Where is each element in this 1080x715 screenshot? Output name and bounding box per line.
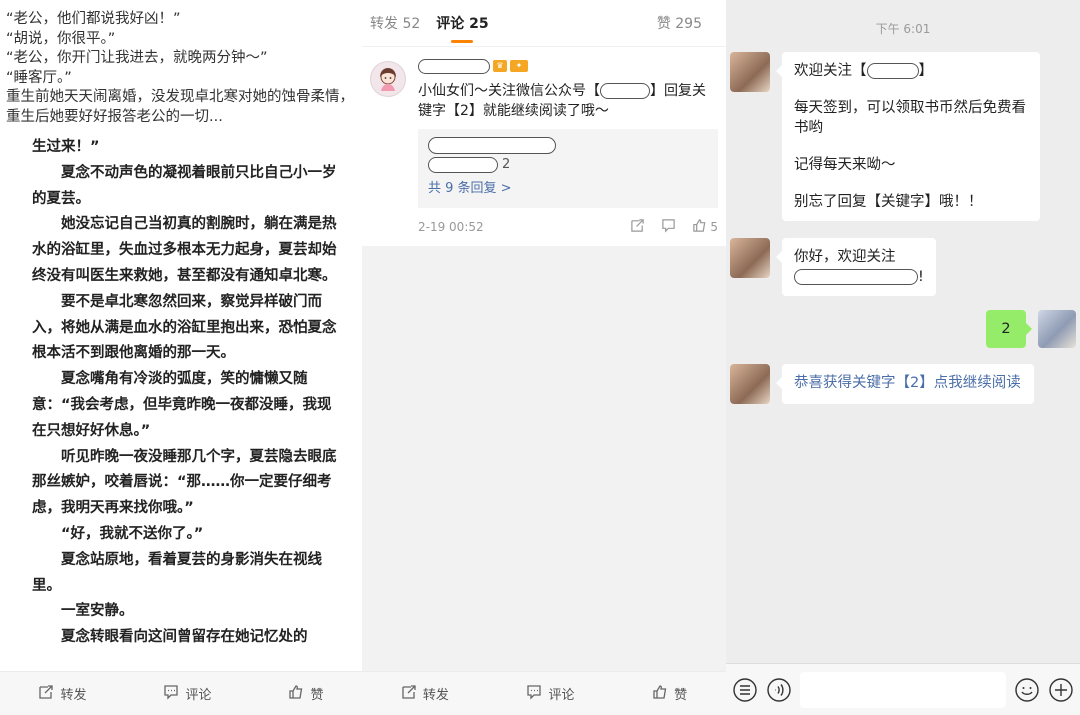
redaction-scribble <box>866 63 919 79</box>
bottom-toolbar: 转发 评论 赞 <box>0 671 362 715</box>
tab-comment[interactable]: 评论 25 <box>436 13 488 33</box>
thumbs-up-icon <box>692 218 707 236</box>
message-line: 别忘了回复【关键字】哦！！ <box>794 194 983 210</box>
chat-message-incoming: 欢迎关注【】 每天签到，可以领取书币然后免费看书哟 记得每天来呦～ 别忘了回复【… <box>730 52 1040 221</box>
redaction-scribble <box>428 137 556 154</box>
chat-message-incoming: 你好，欢迎关注 ! <box>730 238 936 296</box>
like-button[interactable]: 赞 <box>652 684 687 704</box>
like-button[interactable]: 赞 <box>288 684 324 704</box>
intro-line: “老公，他们都说我好凶！” <box>6 11 181 27</box>
chat-input-bar <box>726 663 1080 715</box>
thumbs-up-icon <box>652 684 668 704</box>
avatar[interactable] <box>730 238 770 278</box>
avatar[interactable] <box>1038 310 1076 348</box>
bottom-toolbar: 转发 评论 赞 <box>362 671 726 715</box>
paragraph: 听见昨晚一夜没睡那几个字，夏芸隐去眼底那丝嫉妒，咬着唇说：“那……你一定要仔细考… <box>32 448 337 517</box>
chat-message-outgoing: 2 <box>986 310 1076 348</box>
paragraph: 一室安静。 <box>61 603 134 620</box>
message-line: 每天签到，可以领取书币然后免费看书哟 <box>794 100 1026 136</box>
message-bubble[interactable]: 2 <box>986 310 1032 348</box>
avatar[interactable] <box>370 61 406 97</box>
voice-icon[interactable] <box>766 677 792 703</box>
repost-icon <box>401 684 417 704</box>
repost-button[interactable]: 转发 <box>38 684 87 704</box>
chat-timestamp: 下午 6:01 <box>875 22 931 36</box>
paragraph: 要不是卓北寒忽然回来，察觉异样破门而入，将她从满是血水的浴缸里抱出来，恐怕夏念根… <box>32 293 337 362</box>
intro-summary: 重生前她天天闹离婚，没发现卓北寒对她的蚀骨柔情，重生后她要好好报答老公的一切..… <box>6 89 354 125</box>
comments-panel: 转发 52 评论 25 赞 295 ♛ ✦ 小仙女们～关注微信公众号【 】回复关键… <box>362 0 726 715</box>
message-line: 记得每天来呦～ <box>794 157 896 173</box>
paragraph: 她没忘记自己当初真的割腕时，躺在满是热水的浴缸里，失血过多根本无力起身，夏芸却始… <box>32 216 337 284</box>
paragraph: 夏念转眼看向这间曾留存在她记忆处的 <box>61 629 308 646</box>
message-line: 欢迎关注【】 <box>794 63 933 79</box>
intro-line: “睡客厅。” <box>6 69 72 86</box>
redaction-scribble <box>418 58 490 74</box>
reply-row: 2 <box>428 154 708 176</box>
novel-body: 生过来！” 夏念不动声色的凝视着眼前只比自己小一岁的夏芸。 她没忘记自己当初真的… <box>0 127 362 651</box>
more-replies-link[interactable]: 共 9 条回复 > <box>428 178 708 200</box>
fan-badge-icon: ✦ <box>510 60 528 72</box>
message-bubble[interactable]: 你好，欢迎关注 ! <box>776 238 936 296</box>
thumbs-up-icon <box>288 684 304 704</box>
share-icon[interactable] <box>630 218 645 236</box>
avatar[interactable] <box>730 52 770 92</box>
vip-badge-icon: ♛ <box>493 60 507 72</box>
paragraph: 生过来！” <box>32 139 100 155</box>
emoji-icon[interactable] <box>1014 677 1040 703</box>
continue-reading-link[interactable]: 恭喜获得关键字【2】点我继续阅读 <box>776 364 1034 404</box>
plus-icon[interactable] <box>1048 677 1074 703</box>
comment-button[interactable]: 评论 <box>163 684 212 704</box>
menu-icon[interactable] <box>732 677 758 703</box>
message-line: 你好，欢迎关注 <box>794 249 896 265</box>
repost-icon <box>38 684 54 704</box>
paragraph: 夏念站原地，看着夏芸的身影消失在视线里。 <box>32 551 322 594</box>
intro-line: “胡说，你很平。” <box>6 30 116 47</box>
paragraph: 夏念嘴角有冷淡的弧度，笑的慵懒又随意：“我会考虑，但毕竟昨晚一夜都没睡，我现在只… <box>32 371 332 439</box>
comment-time: 2-19 00:52 <box>418 220 484 234</box>
redaction-scribble <box>600 83 650 99</box>
message-bubble[interactable]: 欢迎关注【】 每天签到，可以领取书币然后免费看书哟 记得每天来呦～ 别忘了回复【… <box>776 52 1040 221</box>
redaction-scribble <box>428 157 498 173</box>
reply-box[interactable]: 2 共 9 条回复 > <box>418 129 718 208</box>
comment-icon <box>163 684 179 704</box>
tab-like[interactable]: 赞 295 <box>657 13 702 33</box>
message-input[interactable] <box>800 671 1006 708</box>
message-line: ! <box>794 267 924 287</box>
comment-item: ♛ ✦ 小仙女们～关注微信公众号【 】回复关键字【2】就能继续阅读了哦～ 2 共 … <box>362 46 726 246</box>
paragraph: “好，我就不送你了。” <box>61 525 204 542</box>
tab-repost[interactable]: 转发 52 <box>370 13 420 33</box>
repost-button[interactable]: 转发 <box>401 684 449 704</box>
reply-icon[interactable] <box>661 218 676 236</box>
intro-line: “老公，你开门让我进去，就晚两分钟～” <box>6 50 268 66</box>
novel-intro: “老公，他们都说我好凶！” “胡说，你很平。” “老公，你开门让我进去，就晚两分… <box>0 0 362 127</box>
comment-tabs: 转发 52 评论 25 赞 295 <box>362 0 726 46</box>
comment-icon <box>526 684 542 704</box>
comment-button[interactable]: 评论 <box>526 684 574 704</box>
chat-message-incoming: 恭喜获得关键字【2】点我继续阅读 <box>730 364 1034 404</box>
novel-panel: “老公，他们都说我好凶！” “胡说，你很平。” “老公，你开门让我进去，就晚两分… <box>0 0 362 715</box>
girl-avatar-icon <box>380 68 396 91</box>
redaction-scribble <box>794 269 918 285</box>
reply-row <box>428 137 708 154</box>
avatar[interactable] <box>730 364 770 404</box>
chat-panel: 下午 6:01 欢迎关注【】 每天签到，可以领取书币然后免费看书哟 记得每天来呦… <box>726 0 1080 715</box>
comment-like-button[interactable]: 5 <box>692 218 718 236</box>
paragraph: 夏念不动声色的凝视着眼前只比自己小一岁的夏芸。 <box>32 164 337 207</box>
comment-username[interactable]: ♛ ✦ <box>418 57 718 75</box>
comment-text: 小仙女们～关注微信公众号【 】回复关键字【2】就能继续阅读了哦～ <box>418 83 706 119</box>
